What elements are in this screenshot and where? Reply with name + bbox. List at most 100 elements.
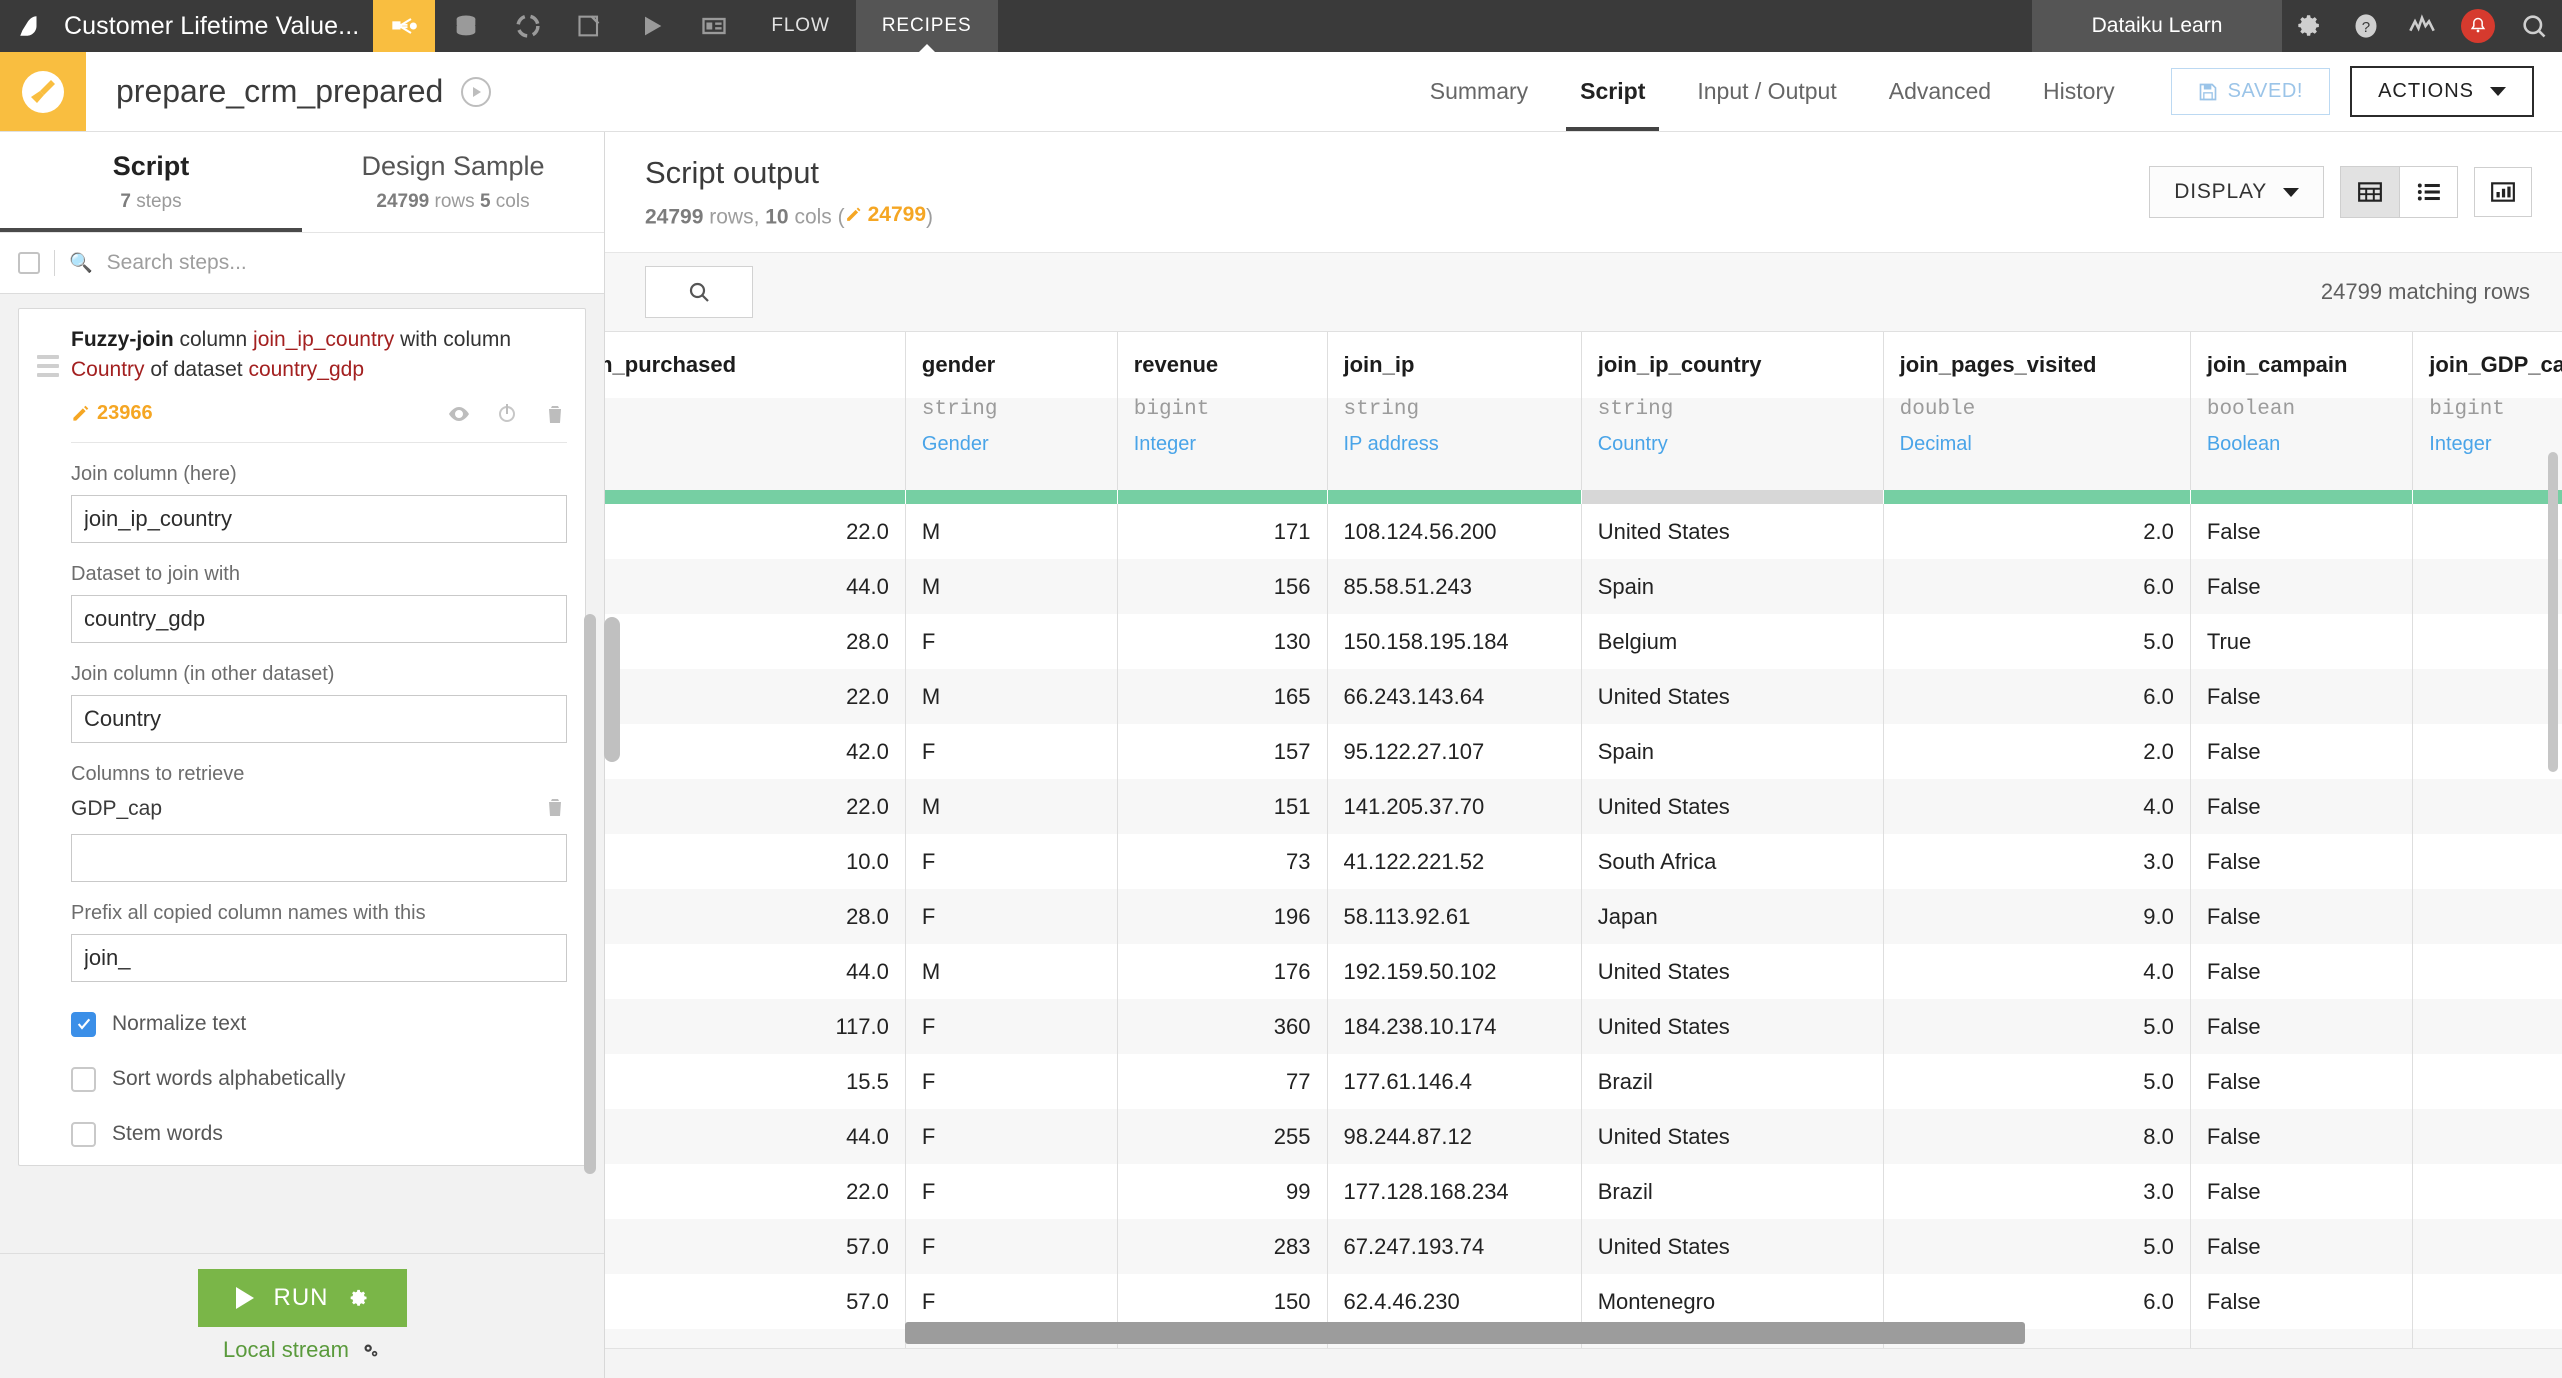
display-button[interactable]: DISPLAY xyxy=(2149,166,2324,218)
matching-rows-label: 24799 matching rows xyxy=(2320,279,2530,304)
engine-label: Local stream xyxy=(223,1337,349,1362)
column-header-gender[interactable]: gender xyxy=(905,332,1118,398)
table-row[interactable]: 22.0F99177.128.168.234Brazil3.0False1174… xyxy=(605,1164,2562,1219)
table-row[interactable]: 10.0 F 73 41.122.221.52 South Africa 3.0 False… xyxy=(605,834,2562,889)
column-meaning[interactable]: IP address xyxy=(1344,433,1565,456)
step-card-fuzzy-join[interactable]: Fuzzy-join column join_ip_country with c… xyxy=(18,308,586,1166)
column-meaning[interactable]: Decimal xyxy=(1900,433,2174,456)
monitoring-icon[interactable] xyxy=(2394,0,2450,52)
table-row[interactable]: 42.0F15795.122.27.107Spain2.0False30058 xyxy=(605,724,2562,779)
table-row[interactable]: 57.0F15062.4.46.230Montenegro6.0False116… xyxy=(605,1274,2562,1329)
dashboards-icon[interactable] xyxy=(683,0,745,52)
tab-advanced[interactable]: Advanced xyxy=(1863,52,2017,131)
project-name[interactable]: Customer Lifetime Value... xyxy=(60,0,373,52)
power-icon[interactable] xyxy=(495,402,519,426)
eye-icon[interactable] xyxy=(447,402,471,426)
actions-button[interactable]: ACTIONS xyxy=(2350,66,2534,117)
tab-flow[interactable]: FLOW xyxy=(745,0,856,52)
saved-button[interactable]: SAVED! xyxy=(2170,68,2331,115)
column-meaning[interactable]: Integer xyxy=(2429,433,2562,456)
drag-handle-icon[interactable] xyxy=(37,325,59,1147)
bar-chart-icon xyxy=(2491,182,2515,202)
search-icon[interactable] xyxy=(2506,0,2562,52)
prefix-input[interactable] xyxy=(71,933,567,982)
table-search-input[interactable] xyxy=(645,266,753,318)
run-button[interactable]: RUN xyxy=(197,1269,407,1327)
cell-join_pages_visited: 3.0 xyxy=(1883,834,2191,889)
table-row[interactable]: 117.0 F 360 184.238.10.174 United States 5.0 F… xyxy=(605,999,2562,1054)
cell-m_purchased: 44.0 xyxy=(605,1109,906,1164)
search-steps-input[interactable]: Search steps... xyxy=(107,251,247,275)
table-row[interactable]: 28.0F19658.113.92.61Japan9.0False35855 xyxy=(605,889,2562,944)
table-row[interactable]: 44.0 M 176 192.159.50.102 United States 4.0 Fa… xyxy=(605,944,2562,999)
datasets-icon[interactable] xyxy=(435,0,497,52)
normalize-text-row[interactable]: Normalize text xyxy=(71,1011,567,1037)
cell-join_ip: 66.243.143.64 xyxy=(1327,669,1582,724)
remove-column-button[interactable] xyxy=(543,795,567,824)
stem-words-row[interactable]: Stem words xyxy=(71,1121,567,1147)
table-view-button[interactable] xyxy=(2341,167,2399,217)
list-view-button[interactable] xyxy=(2399,167,2457,217)
table-row[interactable]: 44.0 F 255 98.244.87.12 United States 8.0 Fals… xyxy=(605,1109,2562,1164)
table-row[interactable]: 28.0F130150.158.195.184Belgium5.0True374… xyxy=(605,614,2562,669)
gear-icon[interactable] xyxy=(2282,0,2338,52)
column-meaning[interactable]: Integer xyxy=(1134,433,1311,456)
normalize-text-checkbox[interactable] xyxy=(71,1011,96,1037)
sort-words-checkbox[interactable] xyxy=(71,1066,96,1092)
trash-icon[interactable] xyxy=(543,402,567,426)
flow-icon[interactable] xyxy=(373,0,436,52)
sort-words-row[interactable]: Sort words alphabetically xyxy=(71,1066,567,1092)
recipes-icon[interactable] xyxy=(497,0,559,52)
bell-icon[interactable] xyxy=(2450,0,2506,52)
chart-button[interactable] xyxy=(2474,167,2532,217)
columns-to-retrieve-input[interactable] xyxy=(71,833,567,882)
column-meaning[interactable]: Gender xyxy=(922,433,1101,456)
cell-join_ip: 150.158.195.184 xyxy=(1327,614,1582,669)
jobs-icon[interactable] xyxy=(621,0,683,52)
table-row[interactable]: 44.0M15685.58.51.243Spain6.0False30058 xyxy=(605,559,2562,614)
stem-words-label: Stem words xyxy=(112,1122,223,1146)
column-header-join_ip_country[interactable]: join_ip_country xyxy=(1581,332,1884,398)
column-header-join_ip[interactable]: join_ip xyxy=(1327,332,1582,398)
column-meaning[interactable]: Country xyxy=(1598,433,1867,456)
column-meaning[interactable]: Boolean xyxy=(2207,433,2396,456)
gear-icon xyxy=(350,1289,366,1306)
horizontal-scrollbar[interactable] xyxy=(905,1322,2025,1344)
engine-selector[interactable]: Local stream xyxy=(223,1337,381,1363)
tab-input-output[interactable]: Input / Output xyxy=(1671,52,1862,131)
join-column-other-input[interactable] xyxy=(71,694,567,743)
column-quality-meter xyxy=(605,490,2562,504)
tab-summary[interactable]: Summary xyxy=(1404,52,1554,131)
column-header-m_purchased[interactable]: m_purchased xyxy=(605,332,906,398)
cell-gender: M xyxy=(905,504,1118,559)
join-column-here-input[interactable] xyxy=(71,494,567,543)
column-meter-revenue xyxy=(1117,490,1328,504)
notebooks-icon[interactable] xyxy=(559,0,621,52)
vertical-scrollbar[interactable] xyxy=(2548,452,2558,772)
sidebar-scrollbar[interactable] xyxy=(584,614,596,1174)
tab-script[interactable]: Script xyxy=(1554,52,1671,131)
sidebar-tab-script[interactable]: Script 7 steps xyxy=(0,132,302,232)
tab-history[interactable]: History xyxy=(2017,52,2141,131)
stem-words-checkbox[interactable] xyxy=(71,1121,96,1147)
table-row[interactable]: 15.5F77177.61.146.4Brazil5.0False11747 xyxy=(605,1054,2562,1109)
column-header-join_pages_visited[interactable]: join_pages_visited xyxy=(1883,332,2191,398)
share-globe-icon[interactable] xyxy=(461,76,492,107)
table-row[interactable]: 57.0 F 283 67.247.193.74 United States 5.0 Fal… xyxy=(605,1219,2562,1274)
panel-resize-scrollbar[interactable] xyxy=(604,617,620,762)
column-header-join_GDP_cap[interactable]: join_GDP_cap xyxy=(2412,332,2562,398)
table-row[interactable]: 22.0 M 151 141.205.37.70 United States 4.0 Fal… xyxy=(605,779,2562,834)
cell-revenue: 77 xyxy=(1117,1054,1328,1109)
select-all-steps-checkbox[interactable] xyxy=(18,252,40,274)
tab-recipes[interactable]: RECIPES xyxy=(855,0,998,52)
sidebar-tab-design-sample[interactable]: Design Sample 24799 rows 5 cols xyxy=(302,132,604,232)
dataset-to-join-input[interactable] xyxy=(71,594,567,643)
table-row[interactable]: 22.0 M 165 66.243.143.64 United States 6.0 Fal… xyxy=(605,669,2562,724)
column-header-revenue[interactable]: revenue xyxy=(1117,332,1328,398)
topbar-right-icons: ? xyxy=(2282,0,2562,52)
dataiku-learn-link[interactable]: Dataiku Learn xyxy=(2032,0,2282,52)
table-row[interactable]: 22.0 M 171 108.124.56.200 United States 2.0 Fa… xyxy=(605,504,2562,559)
column-header-join_campain[interactable]: join_campain xyxy=(2190,332,2414,398)
dataiku-bird-logo[interactable] xyxy=(0,0,60,52)
help-icon[interactable]: ? xyxy=(2338,0,2394,52)
